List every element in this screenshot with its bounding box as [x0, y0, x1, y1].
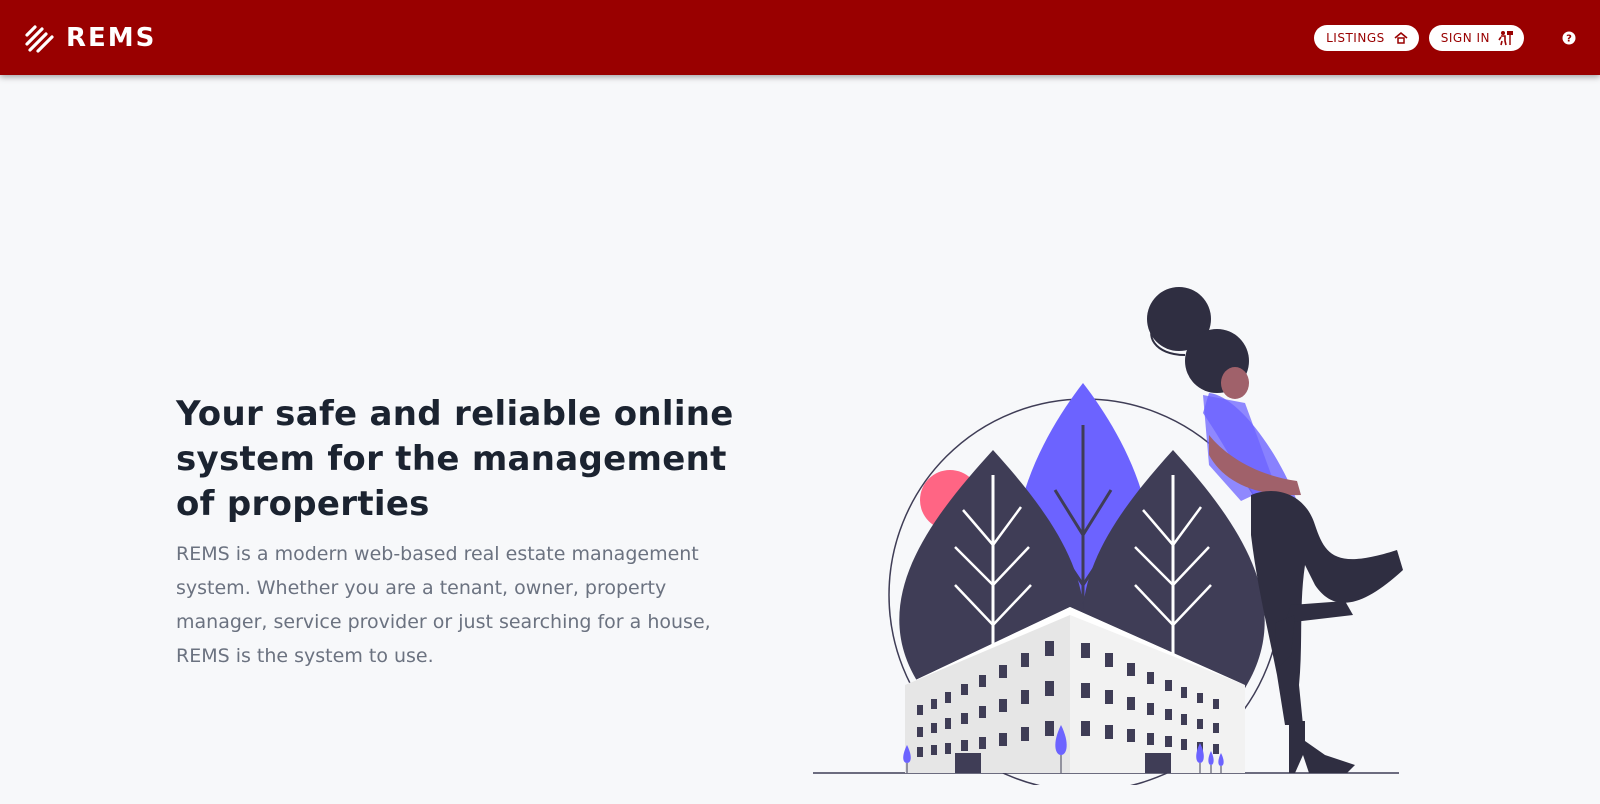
svg-text:?: ? [1566, 33, 1572, 44]
house-icon [1393, 30, 1409, 46]
top-navbar: REMS LISTINGS SIGN IN ? [0, 0, 1600, 75]
nav-actions: LISTINGS SIGN IN ? [1314, 24, 1576, 51]
hero-section: Your safe and reliable online system for… [176, 392, 756, 673]
sign-in-button[interactable]: SIGN IN [1428, 24, 1524, 51]
real-estate-illustration [813, 287, 1403, 785]
sign-in-icon [1498, 30, 1514, 46]
listings-label: LISTINGS [1326, 30, 1385, 45]
help-icon[interactable]: ? [1562, 31, 1576, 45]
hero-description: REMS is a modern web-based real estate m… [176, 543, 711, 667]
sign-in-label: SIGN IN [1440, 30, 1490, 45]
brand-logo[interactable]: REMS [24, 22, 156, 54]
logo-icon [25, 24, 54, 53]
hero-title: Your safe and reliable online system for… [176, 394, 734, 524]
brand-name: REMS [66, 22, 157, 53]
listings-button[interactable]: LISTINGS [1314, 24, 1419, 51]
